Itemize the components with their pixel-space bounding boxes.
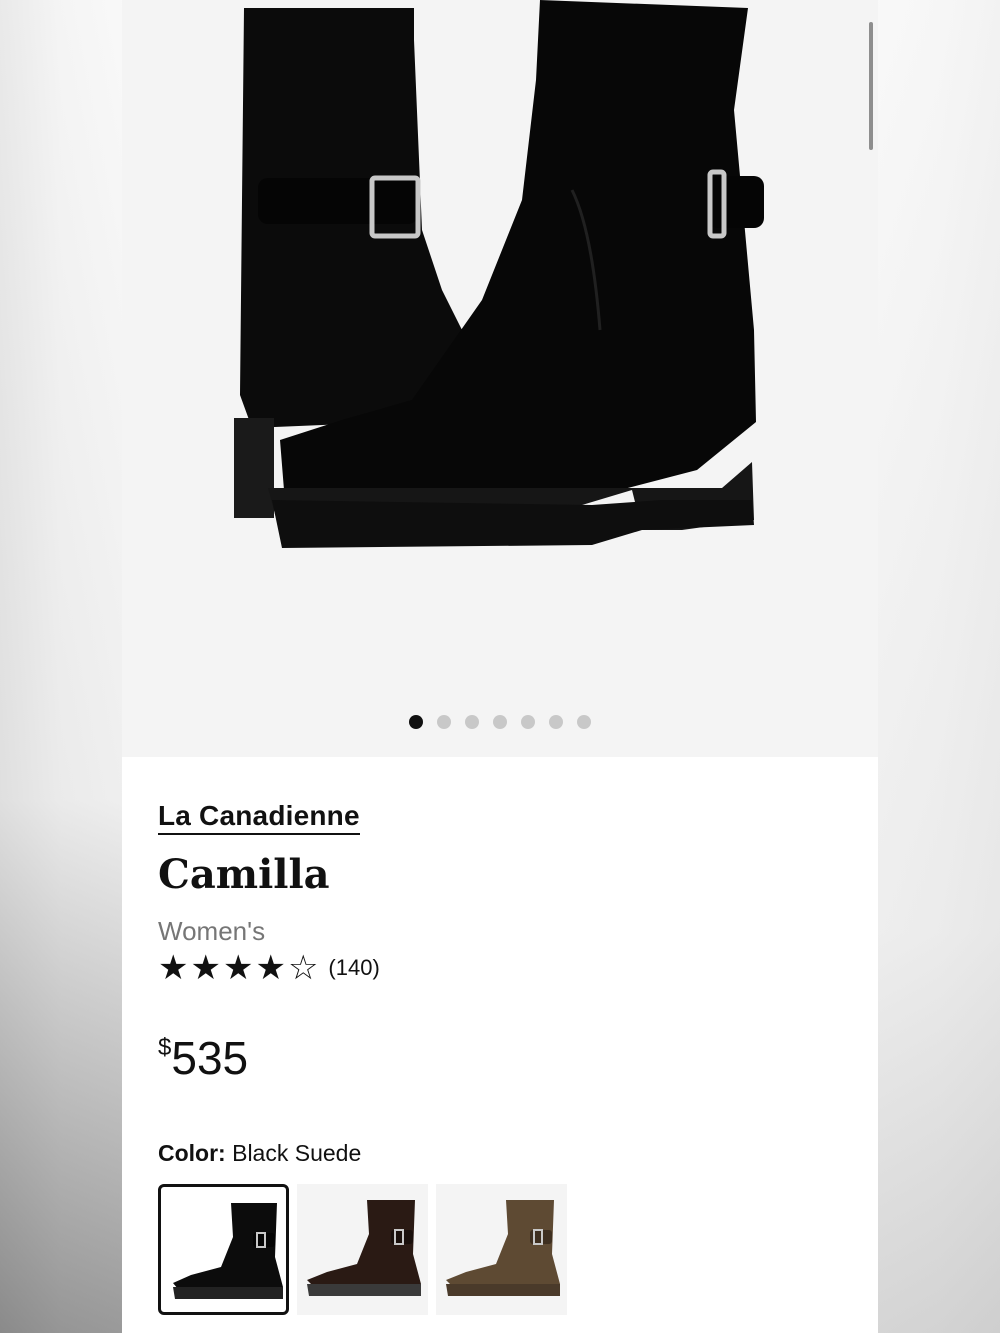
color-swatches — [158, 1184, 567, 1315]
boot-thumbnail-brown — [307, 1200, 421, 1296]
gallery-dot-2[interactable] — [437, 715, 451, 729]
selected-color-name: Black Suede — [232, 1140, 362, 1166]
rating-row[interactable]: ★ ★ ★ ★ ☆ (140) — [158, 950, 380, 986]
price-currency: $ — [158, 1034, 172, 1061]
product-gender: Women's — [158, 916, 266, 946]
brand-link[interactable]: La Canadienne — [158, 800, 360, 835]
swatch-taupe-suede[interactable] — [436, 1184, 567, 1315]
gallery-dot-5[interactable] — [521, 715, 535, 729]
color-selection-label: Color: Black Suede — [158, 1138, 361, 1168]
gallery-dot-6[interactable] — [549, 715, 563, 729]
review-count[interactable]: (140) — [328, 955, 379, 981]
price-amount: 535 — [171, 1032, 249, 1084]
phone-screen: La Canadienne Camilla Women's ★ ★ ★ ★ ☆ … — [122, 0, 878, 1333]
boot-pair-image — [234, 0, 764, 548]
star-full-icon: ★ — [158, 949, 189, 987]
price: $535 — [158, 1030, 248, 1086]
gallery-dot-7[interactable] — [577, 715, 591, 729]
star-empty-icon: ☆ — [287, 949, 319, 987]
color-label: Color: — [158, 1140, 226, 1166]
star-full-icon: ★ — [190, 949, 221, 987]
gallery-dot-3[interactable] — [465, 715, 479, 729]
swatch-brown-suede[interactable] — [297, 1184, 428, 1315]
gallery-pagination — [409, 715, 591, 729]
swatch-black-suede[interactable] — [158, 1184, 289, 1315]
gallery-dot-1[interactable] — [409, 715, 423, 729]
background-left — [0, 0, 122, 1333]
product-title: Camilla — [158, 851, 330, 898]
boot-thumbnail-taupe — [446, 1200, 560, 1296]
scrollbar[interactable] — [869, 22, 873, 150]
product-image-gallery[interactable] — [122, 0, 878, 757]
gallery-dot-4[interactable] — [493, 715, 507, 729]
boot-thumbnail-black — [173, 1203, 283, 1299]
star-full-icon: ★ — [222, 949, 254, 987]
star-full-icon: ★ — [255, 949, 286, 987]
background-right — [878, 0, 1000, 1333]
